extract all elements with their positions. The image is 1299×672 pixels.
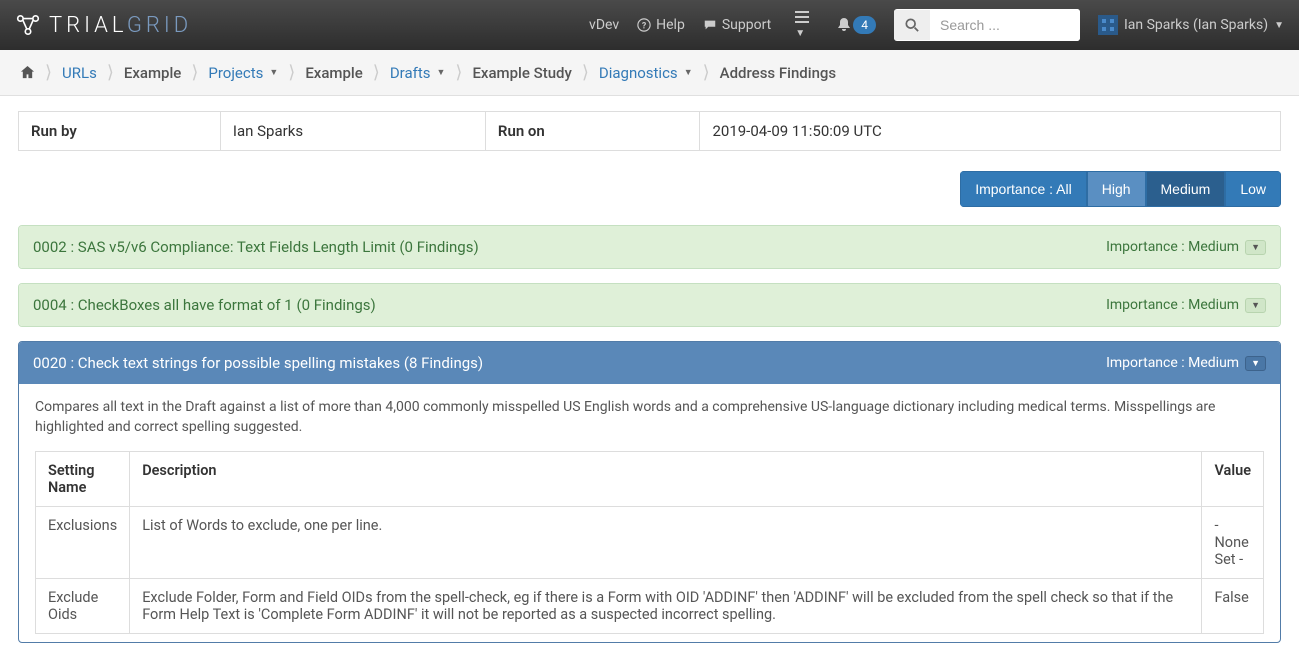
breadcrumb-current: Address Findings [720,64,837,82]
breadcrumb-sep: ⟩ [455,62,462,83]
user-menu[interactable]: Ian Sparks (Ian Sparks) ▼ [1098,15,1284,35]
setting-desc: Exclude Folder, Form and Field OIDs from… [130,579,1202,634]
importance-tag: Importance : Medium ▼ [1106,355,1266,371]
panel-heading[interactable]: 0020 : Check text strings for possible s… [19,342,1280,384]
breadcrumb: ⟩ URLs ⟩ Example ⟩ Projects▼ ⟩ Example ⟩… [20,62,1279,83]
panel-description: Compares all text in the Draft against a… [35,398,1264,437]
panel-title: 0020 : Check text strings for possible s… [33,354,483,372]
setting-value: False [1202,579,1264,634]
panel-title: 0002 : SAS v5/v6 Compliance: Text Fields… [33,238,479,256]
search-wrap [894,9,1080,41]
breadcrumb-sep: ⟩ [191,62,198,83]
importance-tag: Importance : Medium ▼ [1106,239,1266,255]
breadcrumb-study[interactable]: Example Study [472,64,571,82]
setting-value: - None Set - [1202,507,1264,579]
col-setting-name: Setting Name [36,452,130,507]
setting-name: Exclusions [36,507,130,579]
chat-icon [703,18,717,32]
logo-icon [15,12,41,38]
breadcrumb-sep: ⟩ [288,62,295,83]
panel-heading[interactable]: 0004 : CheckBoxes all have format of 1 (… [19,284,1280,326]
chevron-down-icon: ▼ [684,67,693,78]
breadcrumb-sep: ⟩ [107,62,114,83]
list-icon [795,10,813,24]
breadcrumb-sep: ⟩ [582,62,589,83]
filter-medium-button[interactable]: Medium [1146,171,1226,207]
filter-low-button[interactable]: Low [1225,171,1281,207]
breadcrumb-projects[interactable]: Projects▼ [208,64,278,82]
support-label: Support [722,17,771,33]
svg-text:?: ? [642,22,647,32]
home-icon [20,65,35,80]
run-info-table: Run by Ian Sparks Run on 2019-04-09 11:5… [18,111,1281,151]
breadcrumb-drafts[interactable]: Drafts▼ [390,64,446,82]
chevron-down-icon: ▼ [1274,20,1284,31]
chevron-down-icon: ▼ [269,67,278,78]
col-value: Value [1202,452,1264,507]
filter-all-button[interactable]: Importance : All [960,171,1087,207]
user-name: Ian Sparks (Ian Sparks) [1124,17,1268,33]
help-icon: ? [637,18,651,32]
panel-heading[interactable]: 0002 : SAS v5/v6 Compliance: Text Fields… [19,226,1280,268]
breadcrumb-sep: ⟩ [373,62,380,83]
importance-tag: Importance : Medium ▼ [1106,297,1266,313]
run-by-value: Ian Sparks [220,112,485,151]
logo[interactable]: TRIALGRID [15,12,192,38]
panel-body: Compares all text in the Draft against a… [19,384,1280,642]
vdev-link[interactable]: vDev [589,17,619,33]
help-link[interactable]: ? Help [637,17,685,33]
importance-dropdown-button[interactable]: ▼ [1245,240,1266,255]
importance-filter: Importance : All High Medium Low [960,171,1281,207]
run-on-value: 2019-04-09 11:50:09 UTC [700,112,1281,151]
importance-dropdown-button[interactable]: ▼ [1245,356,1266,371]
breadcrumb-sep: ⟩ [45,62,52,83]
user-avatar-icon [1098,15,1118,35]
help-label: Help [656,17,685,33]
run-by-label: Run by [19,112,221,151]
notifications-button[interactable]: 4 [837,16,876,34]
table-row: Exclusions List of Words to exclude, one… [36,507,1264,579]
panel-title: 0004 : CheckBoxes all have format of 1 (… [33,296,376,314]
breadcrumb-sep: ⟩ [703,62,710,83]
breadcrumb-org[interactable]: Example [124,64,181,82]
diagnostic-panel-0020: 0020 : Check text strings for possible s… [18,341,1281,643]
table-row: Exclude Oids Exclude Folder, Form and Fi… [36,579,1264,634]
logo-text: TRIALGRID [49,13,192,38]
setting-desc: List of Words to exclude, one per line. [130,507,1202,579]
support-link[interactable]: Support [703,17,771,33]
setting-name: Exclude Oids [36,579,130,634]
breadcrumb-bar: ⟩ URLs ⟩ Example ⟩ Projects▼ ⟩ Example ⟩… [0,50,1299,96]
chevron-down-icon: ▼ [436,67,445,78]
diagnostic-panel-0002: 0002 : SAS v5/v6 Compliance: Text Fields… [18,225,1281,269]
search-input[interactable] [930,9,1080,41]
run-on-label: Run on [485,112,700,151]
importance-filter-row: Importance : All High Medium Low [18,171,1281,207]
col-description: Description [130,452,1202,507]
breadcrumb-home[interactable] [20,65,35,80]
filter-high-button[interactable]: High [1087,171,1146,207]
top-navbar: TRIALGRID vDev ? Help Support ▼ 4 Ian Sp… [0,0,1299,50]
settings-table: Setting Name Description Value Exclusion… [35,451,1264,634]
bell-icon [837,17,851,33]
breadcrumb-urls[interactable]: URLs [62,64,97,82]
table-header-row: Setting Name Description Value [36,452,1264,507]
search-icon [905,18,919,32]
diagnostic-panel-0004: 0004 : CheckBoxes all have format of 1 (… [18,283,1281,327]
breadcrumb-project[interactable]: Example [305,64,362,82]
importance-dropdown-button[interactable]: ▼ [1245,298,1266,313]
breadcrumb-diagnostics[interactable]: Diagnostics▼ [599,64,693,82]
list-menu-button[interactable]: ▼ [789,6,819,44]
table-row: Run by Ian Sparks Run on 2019-04-09 11:5… [19,112,1281,151]
search-button[interactable] [894,10,930,40]
notification-count: 4 [853,16,876,34]
